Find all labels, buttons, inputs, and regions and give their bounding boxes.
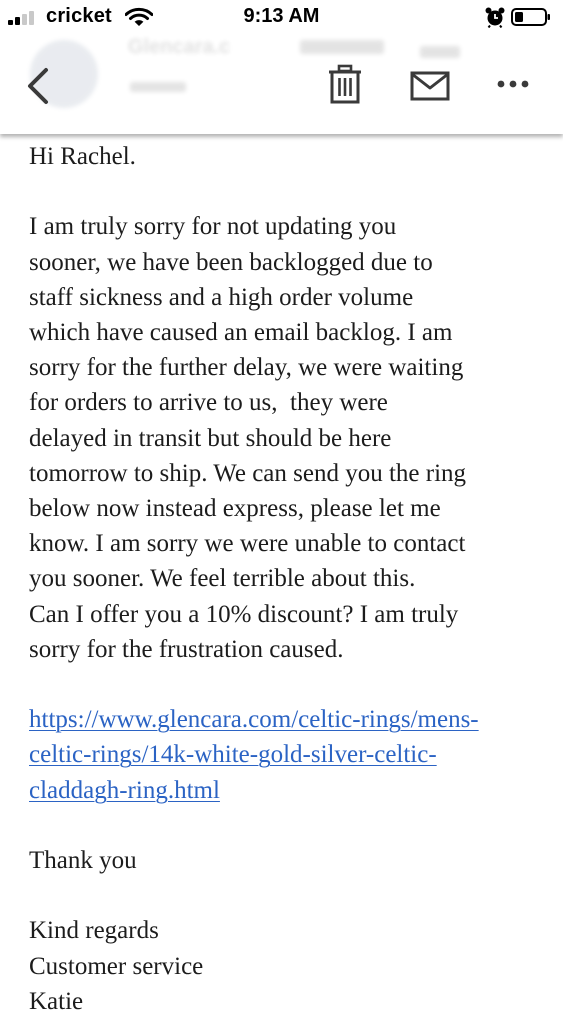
body-line: sooner, we have been backlogged due to	[29, 248, 433, 276]
status-bar: cricket 9:13 AM	[0, 0, 563, 34]
body-line: below now instead express, please let me	[29, 495, 441, 523]
product-link[interactable]: https://www.glencara.com/celtic-rings/me…	[29, 706, 479, 733]
signature-line: Kind regards	[29, 917, 159, 945]
envelope-icon[interactable]	[410, 71, 450, 101]
body-line: you sooner. We feel terrible about this.	[29, 565, 416, 593]
trash-icon[interactable]	[328, 64, 362, 104]
body-line: tomorrow to ship. We can send you the ri…	[29, 459, 467, 487]
thanks-line: Thank you	[29, 847, 137, 875]
product-link[interactable]: claddagh-ring.html	[29, 777, 220, 804]
back-chevron-icon[interactable]	[24, 66, 54, 106]
body-line: for orders to arrive to us, they were	[29, 389, 388, 417]
sender-info: Glencara.c	[0, 34, 563, 134]
battery-icon	[511, 8, 550, 26]
body-line: I am truly sorry for not updating you	[29, 213, 397, 241]
body-line: sorry for the frustration caused.	[29, 635, 344, 663]
signature-line: Customer service	[29, 952, 204, 980]
body-line: delayed in transit but should be here	[29, 424, 392, 452]
sender-name: Glencara.c	[128, 36, 231, 58]
signature-line: Katie	[29, 987, 84, 1015]
body-line: Can I offer you a 10% discount? I am tru…	[29, 600, 459, 628]
product-link[interactable]: celtic-rings/14k-white-gold-silver-celti…	[29, 741, 437, 768]
body-line: staff sickness and a high order volume	[29, 283, 414, 311]
more-options-icon[interactable]	[496, 74, 530, 94]
body-line: know. I am sorry we were unable to conta…	[29, 530, 466, 558]
email-body: Hi Rachel. I am truly sorry for not upda…	[29, 139, 549, 1019]
email-header: Glencara.c	[0, 34, 563, 134]
body-line: sorry for the further delay, we were wai…	[29, 354, 464, 382]
alarm-clock-icon	[485, 7, 505, 28]
status-time: 9:13 AM	[243, 5, 320, 27]
body-line: which have caused an email backlog. I am	[29, 319, 453, 346]
greeting: Hi Rachel.	[29, 143, 136, 170]
